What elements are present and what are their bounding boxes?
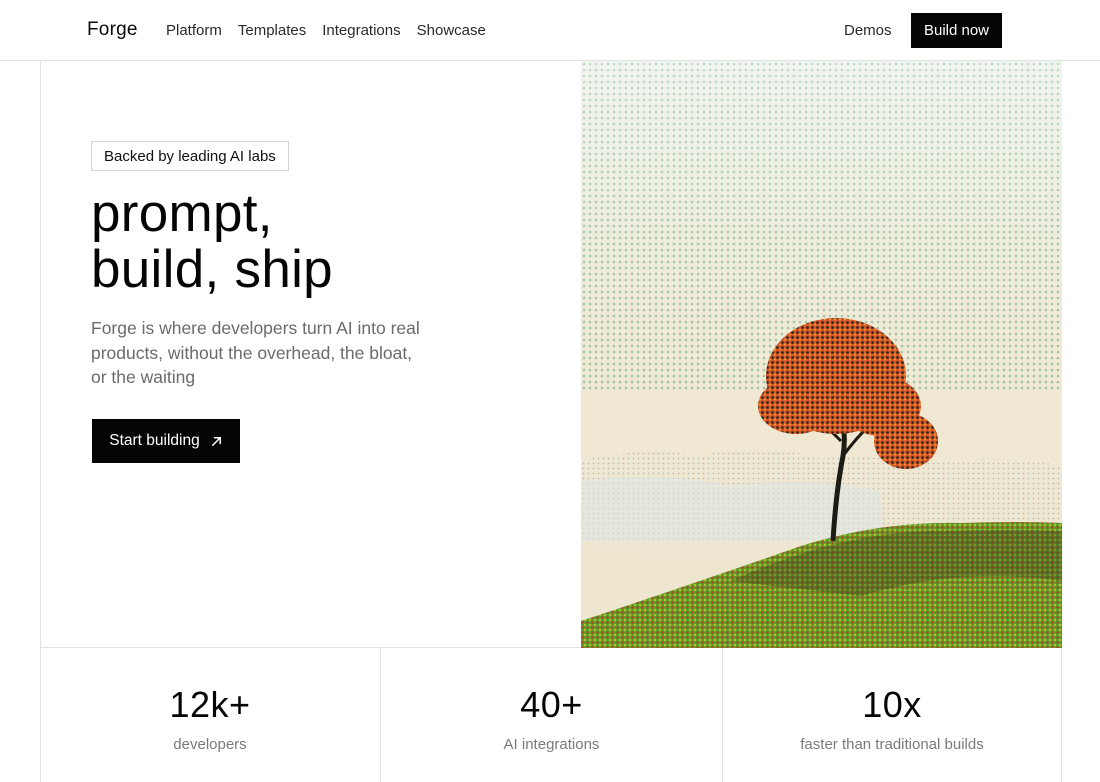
tree-illustration — [581, 61, 1062, 648]
stat-value: 40+ — [520, 684, 583, 725]
brand-logo[interactable]: Forge — [87, 19, 138, 41]
nav-link-platform[interactable]: Platform — [166, 22, 222, 39]
start-building-button[interactable]: Start building — [92, 419, 240, 463]
backing-badge: Backed by leading AI labs — [91, 141, 289, 171]
start-building-label: Start building — [109, 432, 200, 449]
stat-developers: 12k+ developers — [40, 648, 380, 782]
top-nav: Forge Platform Templates Integrations Sh… — [0, 0, 1100, 61]
stat-label: developers — [173, 736, 247, 753]
stat-integrations: 40+ AI integrations — [381, 648, 722, 782]
stat-value: 10x — [862, 684, 922, 725]
build-now-button[interactable]: Build now — [911, 13, 1002, 48]
hero-headline: prompt, build, ship — [91, 186, 333, 298]
nav-link-showcase[interactable]: Showcase — [417, 22, 486, 39]
nav-links: Platform Templates Integrations Showcase — [166, 22, 486, 39]
stat-label: faster than traditional builds — [800, 736, 984, 753]
demos-link[interactable]: Demos — [844, 22, 892, 39]
nav-link-integrations[interactable]: Integrations — [322, 22, 400, 39]
nav-link-templates[interactable]: Templates — [238, 22, 306, 39]
headline-line-1: prompt, — [91, 184, 273, 243]
stat-label: AI integrations — [503, 736, 600, 753]
hero-subtext: Forge is where developers turn AI into r… — [91, 318, 420, 387]
stat-speed: 10x faster than traditional builds — [723, 648, 1061, 782]
headline-line-2: build, ship — [91, 240, 333, 299]
stat-value: 12k+ — [169, 684, 251, 725]
arrow-up-right-icon — [211, 436, 221, 446]
hero-image — [581, 61, 1062, 648]
